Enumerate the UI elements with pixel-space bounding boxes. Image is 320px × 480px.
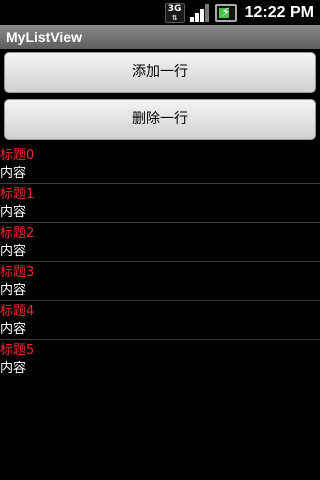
app-title-bar: MyListView bbox=[0, 25, 320, 49]
list-item-title: 标题0 bbox=[0, 148, 35, 163]
list-item[interactable]: 标题3 内容 bbox=[0, 262, 320, 301]
list-item-content: 内容 bbox=[0, 244, 27, 259]
app-title: MyListView bbox=[6, 29, 82, 45]
list-item-title: 标题3 bbox=[0, 265, 35, 280]
network-type-label: 3G bbox=[167, 3, 182, 14]
list-item-content: 内容 bbox=[0, 322, 27, 337]
add-row-button[interactable]: 添加一行 bbox=[4, 52, 316, 93]
list-item[interactable]: 标题1 内容 bbox=[0, 184, 320, 223]
list-item[interactable]: 标题4 内容 bbox=[0, 301, 320, 340]
list-item-title: 标题1 bbox=[0, 187, 35, 202]
delete-row-button[interactable]: 删除一行 bbox=[4, 99, 316, 140]
list-item[interactable]: 标题5 内容 bbox=[0, 340, 320, 379]
3g-icon: 3G ⇅ bbox=[164, 2, 185, 23]
list-item-content: 内容 bbox=[0, 166, 27, 181]
list-item-title: 标题4 bbox=[0, 304, 35, 319]
list-item-content: 内容 bbox=[0, 205, 27, 220]
status-time: 12:22 PM bbox=[244, 3, 314, 21]
list-item-title: 标题2 bbox=[0, 226, 35, 241]
signal-icon bbox=[189, 3, 211, 23]
list-item-content: 内容 bbox=[0, 361, 27, 376]
status-bar: 3G ⇅ ⚡ 12:22 PM bbox=[0, 0, 320, 25]
battery-charging-icon: ⚡ bbox=[214, 3, 237, 22]
list-item[interactable]: 标题0 内容 bbox=[0, 145, 320, 184]
list-item[interactable]: 标题2 内容 bbox=[0, 223, 320, 262]
list-view[interactable]: 标题0 内容 标题1 内容 标题2 内容 标题3 内容 标题4 内容 标题5 内… bbox=[0, 145, 320, 379]
list-item-title: 标题5 bbox=[0, 343, 35, 358]
list-item-content: 内容 bbox=[0, 283, 27, 298]
